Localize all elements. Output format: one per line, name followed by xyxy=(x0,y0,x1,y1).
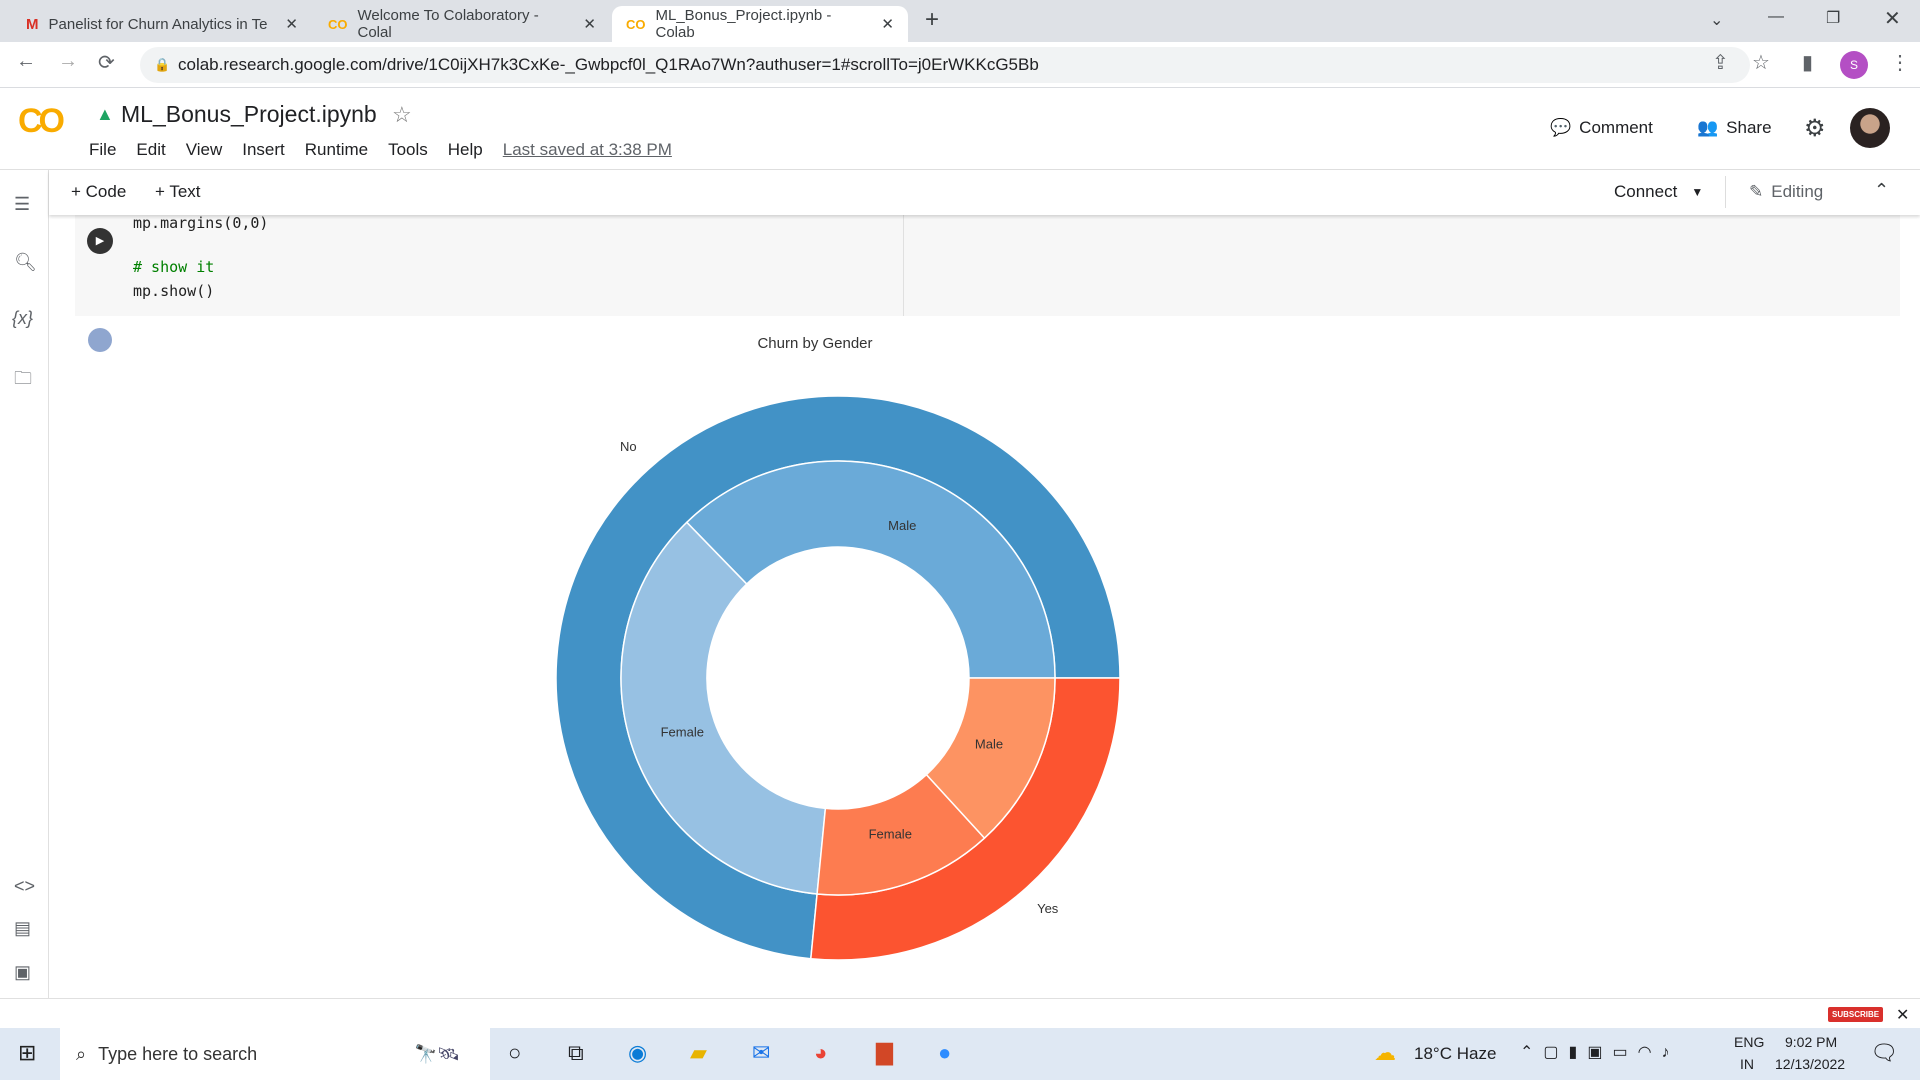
connect-button[interactable]: Connect ▼ xyxy=(1614,182,1703,202)
clock-date: 12/13/2022 xyxy=(1775,1056,1846,1072)
inner-label: Female xyxy=(869,827,912,842)
powerpoint-icon[interactable]: ▇ xyxy=(876,1040,893,1066)
system-tray-icons[interactable]: ⌃▢▮▣▭◠♪ xyxy=(1520,1042,1680,1062)
region-indicator: IN xyxy=(1740,1056,1754,1072)
task-view-icon[interactable]: ⧉ xyxy=(568,1040,584,1066)
chart-title: Churn by Gender xyxy=(757,335,872,352)
outer-label: No xyxy=(620,439,637,454)
weather-text[interactable]: 18°C Haze xyxy=(1414,1044,1496,1064)
windows-start-icon[interactable]: ⊞ xyxy=(18,1040,36,1066)
close-overlay-icon[interactable]: ✕ xyxy=(1896,1005,1909,1025)
inner-label: Male xyxy=(888,518,916,533)
subscribe-badge[interactable]: SUBSCRIBE xyxy=(1828,1007,1884,1022)
editing-mode-button[interactable]: ✎ Editing xyxy=(1749,182,1823,202)
search-icon: ⌕ xyxy=(76,1043,87,1064)
add-text-button[interactable]: + Text xyxy=(155,182,201,202)
edge-icon[interactable]: ◉ xyxy=(628,1040,647,1066)
status-strip: SUBSCRIBE ✕ xyxy=(0,998,1920,1028)
mail-icon[interactable]: ✉ xyxy=(752,1040,770,1066)
windows-taskbar: ⊞ ⌕ Type here to search 🔭🛰 ○ ⧉ ◉ ▰ ✉ ◕ ▇ ●… xyxy=(0,1028,1920,1080)
inner-label: Female xyxy=(661,725,704,740)
add-code-button[interactable]: + Code xyxy=(71,182,126,202)
weather-icon: ☁ xyxy=(1374,1040,1396,1065)
clock-time[interactable]: 9:02 PM xyxy=(1785,1034,1837,1050)
dropdown-caret-icon: ▼ xyxy=(1691,185,1704,199)
chrome-icon[interactable]: ◕ xyxy=(814,1040,827,1066)
divider xyxy=(1725,176,1726,208)
notifications-icon[interactable]: 🗨 xyxy=(1870,1040,1898,1066)
cortana-icon[interactable]: ○ xyxy=(508,1040,521,1066)
outer-label: Yes xyxy=(1037,901,1059,916)
file-explorer-icon[interactable]: ▰ xyxy=(690,1040,707,1066)
zoom-icon[interactable]: ● xyxy=(938,1040,951,1066)
language-indicator[interactable]: ENG xyxy=(1734,1034,1764,1050)
notebook-toolbar: + Code + Text Connect ▼ ✎ Editing ⌃ xyxy=(49,170,1920,215)
pencil-icon: ✎ xyxy=(1749,182,1764,201)
taskbar-search-input[interactable]: ⌕ Type here to search 🔭🛰 xyxy=(60,1028,490,1080)
collapse-header-icon[interactable]: ⌃ xyxy=(1874,180,1889,201)
search-highlight-icon: 🔭🛰 xyxy=(414,1043,460,1064)
inner-label: Male xyxy=(975,737,1003,752)
churn-pie-chart: Churn by Gender No Yes Male Female Female Mal… xyxy=(555,335,1121,961)
